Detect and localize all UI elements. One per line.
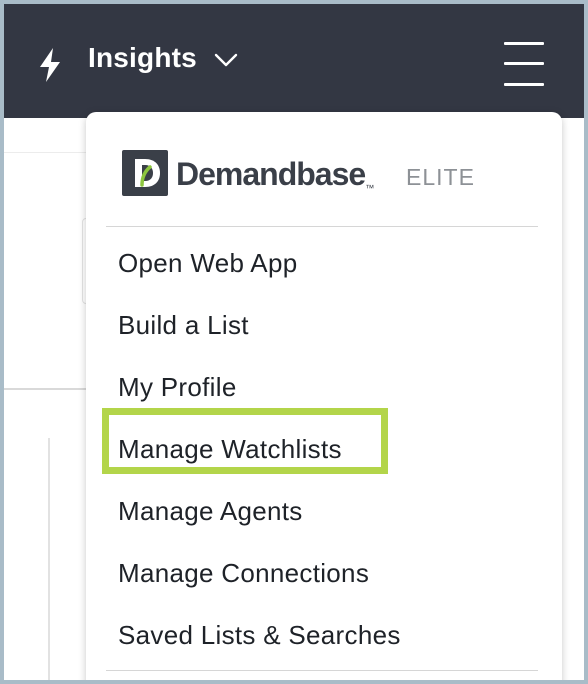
menu-item-my-profile[interactable]: My Profile	[118, 372, 237, 403]
menu-divider-bottom	[106, 670, 538, 671]
hamburger-menu-icon[interactable]	[502, 42, 548, 88]
menu-item-saved-lists-searches[interactable]: Saved Lists & Searches	[118, 620, 401, 651]
background-header-strip	[4, 118, 88, 153]
background-column-line	[48, 438, 50, 680]
dropdown-menu: Demandbase™ ELITE Open Web App Build a L…	[86, 112, 562, 680]
trademark-symbol: ™	[365, 183, 374, 193]
menu-item-build-a-list[interactable]: Build a List	[118, 310, 249, 341]
menu-divider-top	[106, 226, 538, 227]
brand-tier-badge: ELITE	[406, 164, 475, 190]
menu-item-manage-agents[interactable]: Manage Agents	[118, 496, 303, 527]
demandbase-logo-icon	[122, 150, 168, 196]
app-title[interactable]: Insights	[88, 42, 197, 74]
menu-item-manage-watchlists[interactable]: Manage Watchlists	[118, 434, 342, 465]
chevron-down-icon[interactable]	[214, 52, 238, 68]
lightning-bolt-icon	[40, 48, 60, 82]
background-divider	[4, 388, 88, 390]
top-navigation-bar: Insights	[4, 4, 584, 118]
app-frame: Insights Demandbase™ ELITE Open Web App …	[0, 0, 588, 684]
menu-item-open-web-app[interactable]: Open Web App	[118, 248, 297, 279]
menu-item-manage-connections[interactable]: Manage Connections	[118, 558, 369, 589]
brand-name: Demandbase™	[176, 156, 374, 193]
